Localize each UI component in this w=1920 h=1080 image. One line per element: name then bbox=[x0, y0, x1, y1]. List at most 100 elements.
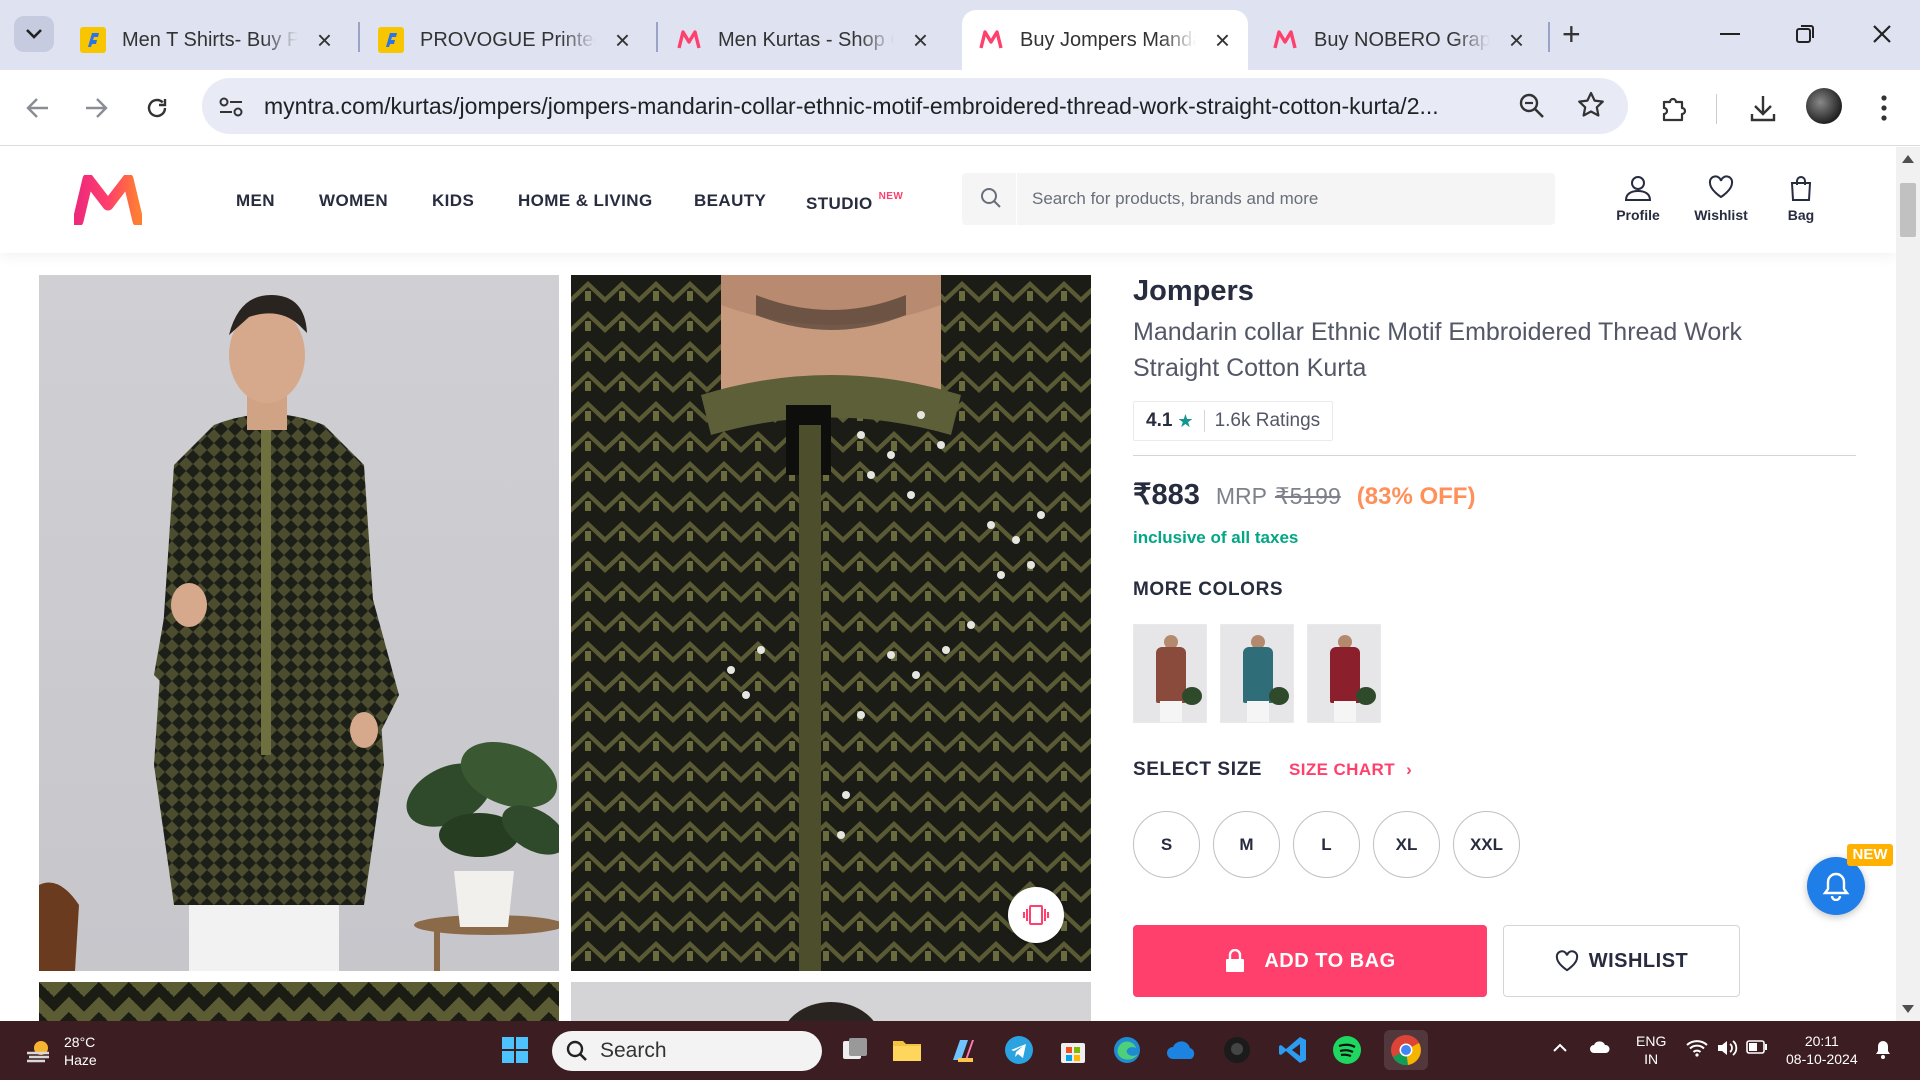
product-image-4[interactable] bbox=[571, 982, 1091, 1021]
spotify-icon[interactable] bbox=[1330, 1033, 1364, 1067]
search-bar[interactable]: Search for products, brands and more bbox=[962, 173, 1555, 225]
nav-beauty[interactable]: BEAUTY bbox=[694, 191, 766, 211]
color-swatch-1[interactable] bbox=[1133, 624, 1207, 723]
tab-2[interactable]: PROVOGUE Printed Men Round Neck × bbox=[362, 10, 648, 70]
start-button[interactable] bbox=[498, 1033, 532, 1067]
browser-tab-bar: Men T Shirts- Buy Products Online × PROV… bbox=[0, 0, 1920, 70]
scroll-down-arrow-icon[interactable] bbox=[1902, 1005, 1914, 1013]
close-tab-icon[interactable]: × bbox=[1509, 27, 1524, 53]
wishlist-button[interactable]: Wishlist bbox=[1681, 175, 1761, 223]
wishlist-button-main[interactable]: WISHLIST bbox=[1503, 925, 1740, 997]
downloads-button[interactable] bbox=[1743, 88, 1783, 128]
microsoft-store-icon[interactable] bbox=[1056, 1033, 1090, 1067]
tray-cloud-icon[interactable] bbox=[1588, 1039, 1612, 1059]
heart-icon bbox=[1708, 175, 1734, 199]
similar-icon bbox=[1023, 905, 1049, 925]
reload-button[interactable] bbox=[137, 88, 177, 128]
chrome-icon[interactable] bbox=[1384, 1030, 1428, 1070]
bookmark-star-icon[interactable] bbox=[1576, 90, 1606, 125]
browser-menu-button[interactable] bbox=[1864, 88, 1904, 128]
tab-1[interactable]: Men T Shirts- Buy Products Online × bbox=[64, 10, 350, 70]
clock[interactable]: 20:11 08-10-2024 bbox=[1786, 1032, 1858, 1068]
minimize-button[interactable] bbox=[1710, 14, 1750, 54]
nav-men[interactable]: MEN bbox=[236, 191, 275, 211]
profile-avatar[interactable] bbox=[1806, 88, 1842, 124]
edge-icon[interactable] bbox=[1110, 1033, 1144, 1067]
notification-center-bell-icon[interactable] bbox=[1874, 1039, 1892, 1063]
volume-icon[interactable] bbox=[1716, 1039, 1738, 1061]
close-tab-icon[interactable]: × bbox=[317, 27, 332, 53]
wishlist-button-label: WISHLIST bbox=[1588, 949, 1689, 972]
zoom-icon[interactable] bbox=[1518, 92, 1546, 125]
address-bar[interactable]: myntra.com/kurtas/jompers/jompers-mandar… bbox=[202, 78, 1628, 134]
myntra-icon bbox=[676, 27, 702, 53]
wifi-icon[interactable] bbox=[1686, 1039, 1708, 1061]
restore-button[interactable] bbox=[1785, 14, 1825, 54]
task-view-icon[interactable] bbox=[838, 1033, 872, 1067]
add-to-bag-button[interactable]: ADD TO BAG bbox=[1133, 925, 1487, 997]
file-explorer-icon[interactable] bbox=[890, 1033, 924, 1067]
size-xl-button[interactable]: XL bbox=[1373, 811, 1440, 878]
size-chart-link[interactable]: SIZE CHART › bbox=[1289, 760, 1412, 780]
size-xxl-button[interactable]: XXL bbox=[1453, 811, 1520, 878]
color-swatch-2[interactable] bbox=[1220, 624, 1294, 723]
new-tab-button[interactable]: + bbox=[1562, 18, 1581, 50]
color-swatch-3[interactable] bbox=[1307, 624, 1381, 723]
windows-taskbar: 28°C Haze Search ENG IN 20:11 08-10-2024 bbox=[0, 1021, 1920, 1080]
model-closeup-photo bbox=[571, 275, 1091, 971]
weather-temp: 28°C bbox=[64, 1034, 96, 1050]
tab-title: PROVOGUE Printed Men Round Neck bbox=[420, 28, 596, 51]
rating-count: 1.6k Ratings bbox=[1214, 410, 1321, 431]
vscode-icon[interactable] bbox=[1276, 1033, 1310, 1067]
battery-icon[interactable] bbox=[1746, 1040, 1768, 1058]
close-window-button[interactable] bbox=[1862, 14, 1902, 54]
nav-women[interactable]: WOMEN bbox=[319, 191, 388, 211]
tray-chevron-up-icon[interactable] bbox=[1552, 1039, 1568, 1057]
taskbar-search[interactable]: Search bbox=[552, 1031, 822, 1071]
size-m-button[interactable]: M bbox=[1213, 811, 1280, 878]
profile-button[interactable]: Profile bbox=[1598, 175, 1678, 223]
url-text[interactable]: myntra.com/kurtas/jompers/jompers-mandar… bbox=[264, 93, 1704, 120]
scroll-up-arrow-icon[interactable] bbox=[1902, 155, 1914, 163]
bag-button[interactable]: Bag bbox=[1761, 175, 1841, 223]
size-l-button[interactable]: L bbox=[1293, 811, 1360, 878]
wishlist-label: Wishlist bbox=[1694, 207, 1748, 223]
copilot-icon[interactable] bbox=[946, 1033, 980, 1067]
search-input[interactable]: Search for products, brands and more bbox=[1032, 189, 1318, 209]
github-icon[interactable] bbox=[1220, 1033, 1254, 1067]
tab-search-button[interactable] bbox=[14, 16, 54, 52]
size-s-button[interactable]: S bbox=[1133, 811, 1200, 878]
back-button[interactable] bbox=[18, 88, 58, 128]
product-image-1[interactable] bbox=[39, 275, 559, 971]
telegram-icon[interactable] bbox=[1002, 1033, 1036, 1067]
close-tab-icon[interactable]: × bbox=[615, 27, 630, 53]
search-icon bbox=[981, 188, 1001, 208]
site-info-icon[interactable] bbox=[216, 92, 246, 122]
nav-home-living[interactable]: HOME & LIVING bbox=[518, 191, 653, 211]
weather-widget[interactable]: 28°C Haze bbox=[24, 1033, 97, 1069]
size-chart-label: SIZE CHART bbox=[1289, 760, 1395, 779]
tab-4-active[interactable]: Buy Jompers Mandarin Collar × bbox=[962, 10, 1248, 70]
page-scrollbar[interactable] bbox=[1896, 147, 1920, 1021]
nav-kids[interactable]: KIDS bbox=[432, 191, 474, 211]
extensions-button[interactable] bbox=[1654, 88, 1694, 128]
forward-button[interactable] bbox=[76, 88, 116, 128]
language-indicator[interactable]: ENG IN bbox=[1636, 1032, 1666, 1068]
close-tab-icon[interactable]: × bbox=[1215, 27, 1230, 53]
product-image-2[interactable] bbox=[571, 275, 1091, 971]
product-image-3[interactable] bbox=[39, 982, 559, 1021]
divider bbox=[1133, 455, 1856, 456]
close-tab-icon[interactable]: × bbox=[913, 27, 928, 53]
myntra-icon bbox=[1272, 27, 1298, 53]
tab-3[interactable]: Men Kurtas - Shop Online × bbox=[660, 10, 946, 70]
myntra-logo[interactable] bbox=[74, 175, 142, 225]
tab-5[interactable]: Buy NOBERO Graphic Print × bbox=[1256, 10, 1542, 70]
rating-box[interactable]: 4.1 ★ 1.6k Ratings bbox=[1133, 401, 1334, 441]
add-to-bag-label: ADD TO BAG bbox=[1264, 949, 1396, 972]
nav-studio[interactable]: STUDIO NEW bbox=[806, 191, 903, 214]
tab-separator bbox=[656, 22, 658, 52]
similar-products-button[interactable] bbox=[1008, 887, 1064, 943]
scrollbar-thumb[interactable] bbox=[1900, 183, 1916, 237]
tax-note: inclusive of all taxes bbox=[1133, 528, 1299, 547]
onedrive-icon[interactable] bbox=[1165, 1033, 1199, 1067]
